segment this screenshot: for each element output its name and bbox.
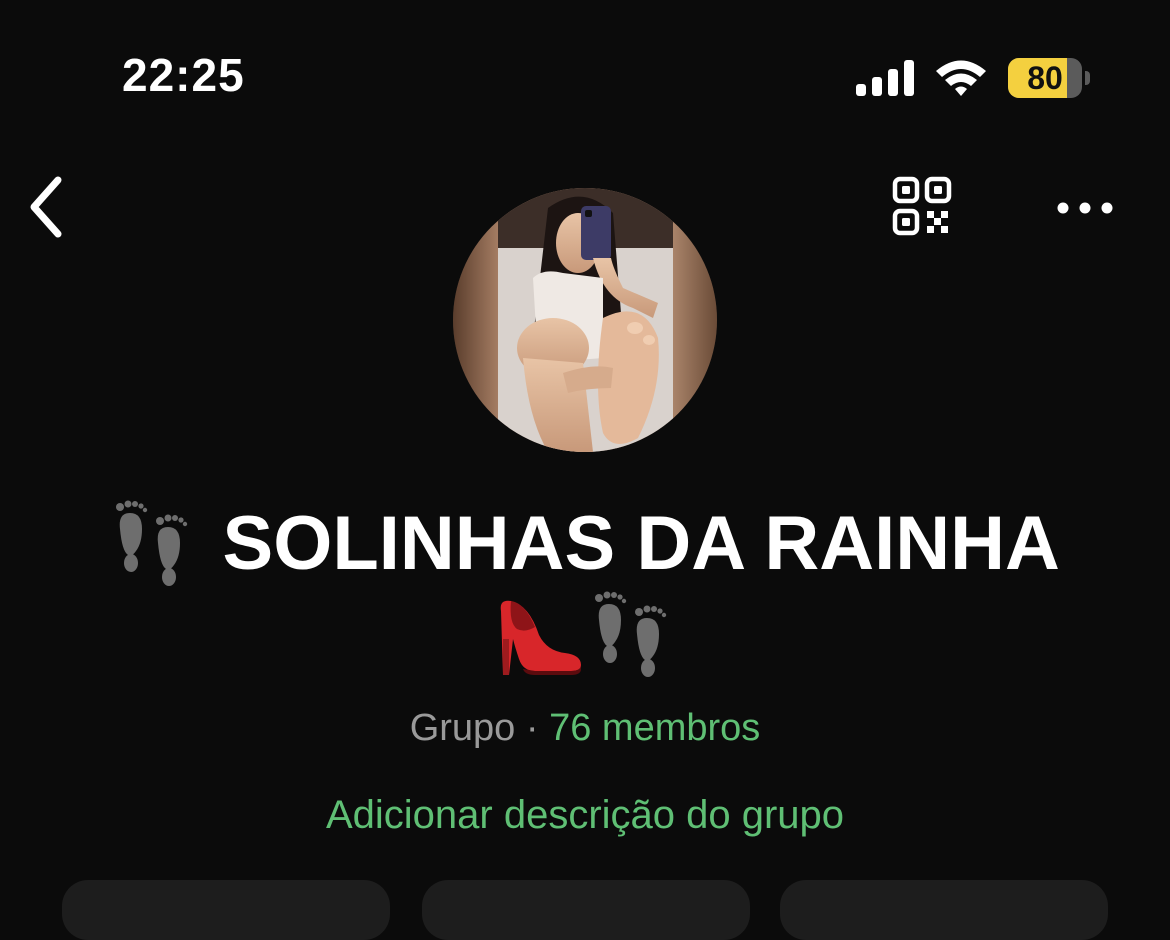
battery-cap: [1085, 71, 1090, 85]
meta-separator: ·: [525, 707, 539, 749]
add-group-description-button[interactable]: Adicionar descrição do grupo: [0, 790, 1170, 840]
status-time: 22:25: [122, 49, 245, 101]
group-avatar[interactable]: [453, 188, 717, 452]
footprints-icon: [116, 500, 188, 586]
group-title: SOLINHAS DA RAINHA: [222, 501, 1060, 586]
chevron-left-icon: [30, 176, 62, 238]
action-card-2[interactable]: [422, 880, 750, 940]
wifi-icon: [936, 60, 986, 96]
group-members-link[interactable]: 76 membros: [549, 707, 760, 749]
battery-level-label: 80: [1027, 60, 1063, 96]
action-card-3[interactable]: [780, 880, 1108, 940]
group-title-row: SOLINHAS DA RAINHA: [0, 498, 1170, 590]
group-avatar-photo: [453, 188, 717, 452]
back-button[interactable]: [20, 172, 72, 242]
qr-code-button[interactable]: [890, 176, 956, 238]
group-title-emoji-row: [0, 590, 1170, 690]
qr-code-icon: [892, 176, 952, 236]
footprints-icon: [595, 591, 667, 677]
more-options-button[interactable]: [1050, 188, 1122, 228]
high-heel-icon: [500, 600, 581, 675]
cellular-signal-icon: [856, 60, 914, 96]
more-horizontal-icon: [1057, 202, 1113, 214]
group-type-label: Grupo: [409, 707, 516, 749]
action-card-1[interactable]: [62, 880, 390, 940]
battery-body: 80: [1008, 58, 1082, 98]
group-meta: Grupo · 76 membros: [0, 704, 1170, 752]
battery-indicator: 80: [1008, 58, 1092, 98]
